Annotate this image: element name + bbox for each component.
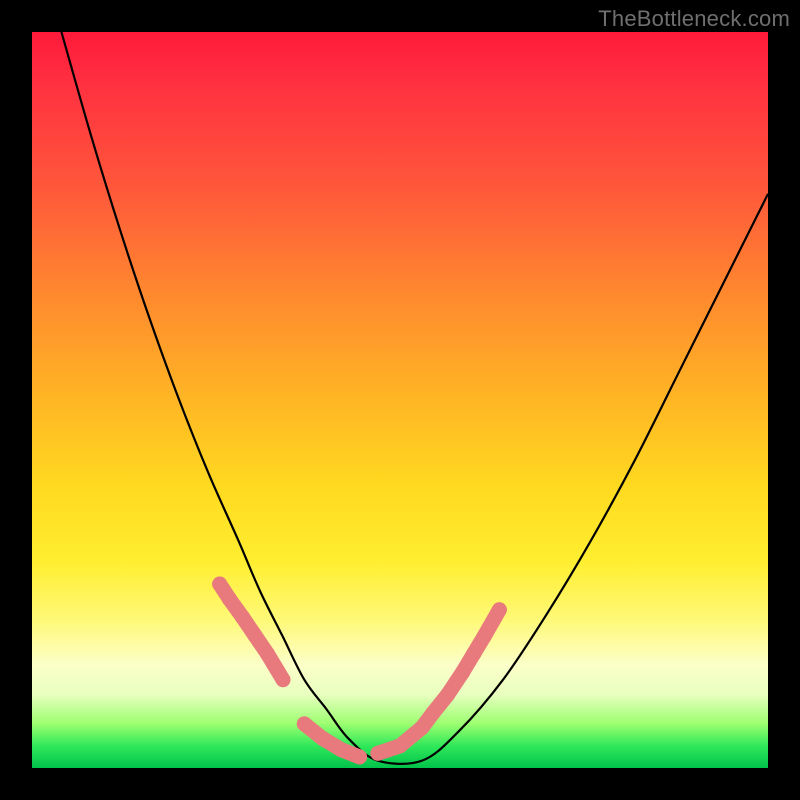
watermark-text: TheBottleneck.com [598,6,790,32]
plot-area [32,32,768,768]
chart-frame: TheBottleneck.com [0,0,800,800]
pink-marker-dot [275,672,290,687]
pink-marker-layer [212,577,507,765]
main-curve [61,32,768,764]
curve-layer [32,32,768,768]
pink-marker-dot [352,749,367,764]
bottleneck-curve [61,32,768,764]
pink-marker-dot [492,602,507,617]
